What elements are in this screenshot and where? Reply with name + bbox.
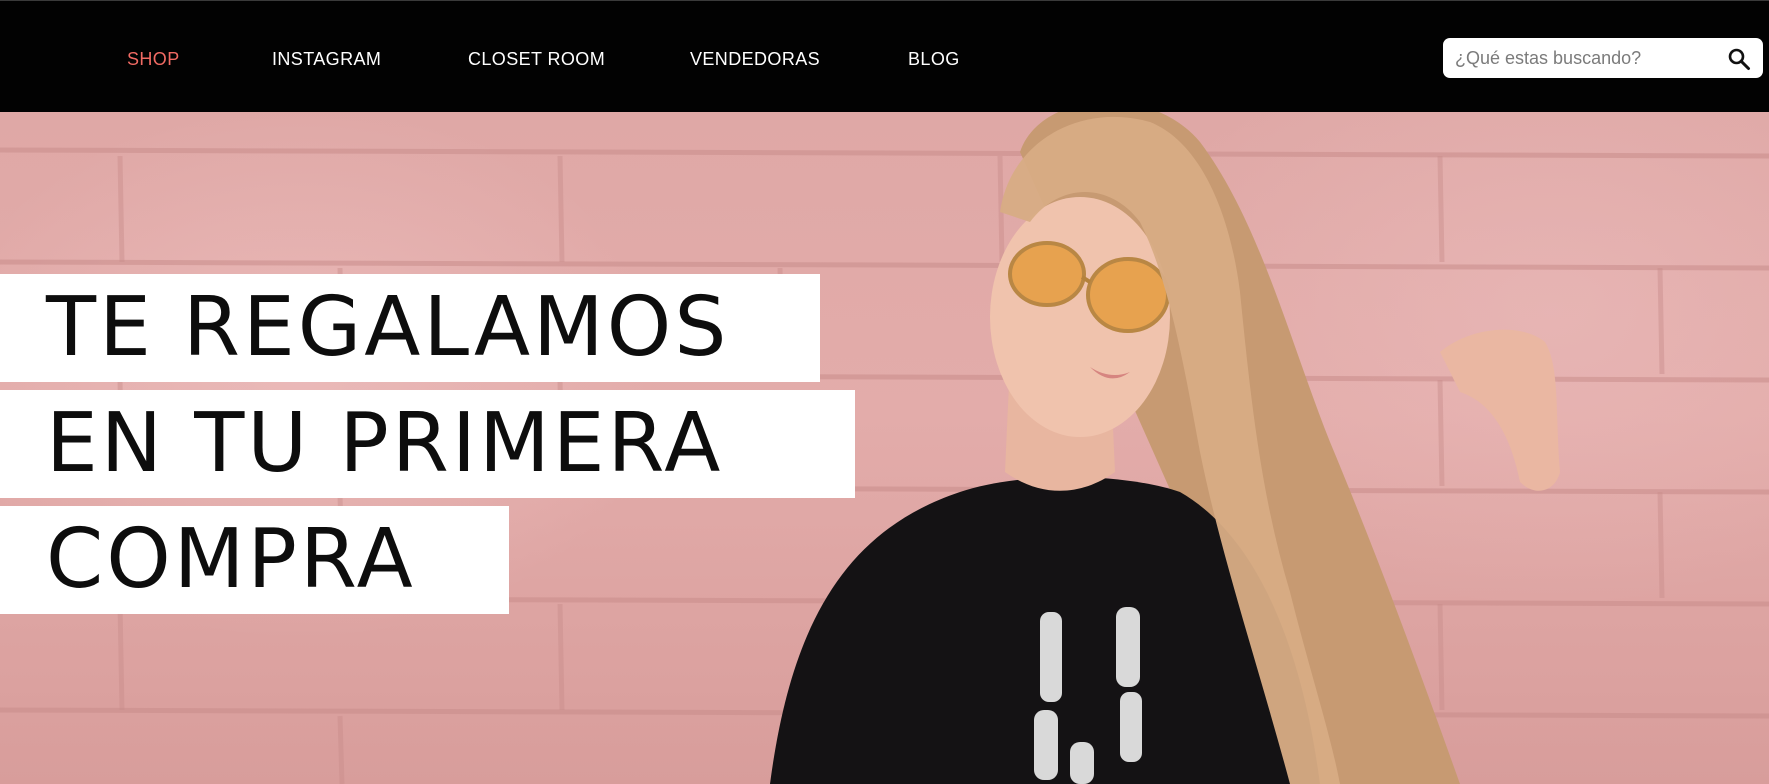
hand-shape	[1440, 329, 1560, 491]
nav-link-instagram[interactable]: INSTAGRAM	[272, 48, 381, 70]
hero-banner: TE REGALAMOS EN TU PRIMERA COMPRA	[0, 112, 1769, 784]
headline-block-2: EN TU PRIMERA	[0, 390, 855, 498]
headline-block-3: COMPRA	[0, 506, 509, 614]
sunglasses-left-lens	[1008, 241, 1086, 307]
sunglasses-right-lens	[1086, 257, 1170, 333]
headline-line-2: EN TU PRIMERA	[46, 396, 724, 491]
top-navigation-bar: SHOP INSTAGRAM CLOSET ROOM VENDEDORAS BL…	[0, 0, 1769, 112]
search-box	[1443, 38, 1763, 78]
headline-line-1: TE REGALAMOS	[46, 280, 730, 375]
search-input[interactable]	[1455, 38, 1717, 78]
nav-link-closet-room[interactable]: CLOSET ROOM	[468, 48, 605, 70]
search-icon[interactable]	[1727, 47, 1751, 71]
nav-link-blog[interactable]: BLOG	[908, 48, 960, 70]
headline-line-3: COMPRA	[46, 512, 416, 607]
nav-link-shop[interactable]: SHOP	[127, 48, 180, 70]
nav-link-vendedoras[interactable]: VENDEDORAS	[690, 48, 820, 70]
headline-block-1: TE REGALAMOS	[0, 274, 820, 382]
page: SHOP INSTAGRAM CLOSET ROOM VENDEDORAS BL…	[0, 0, 1769, 784]
